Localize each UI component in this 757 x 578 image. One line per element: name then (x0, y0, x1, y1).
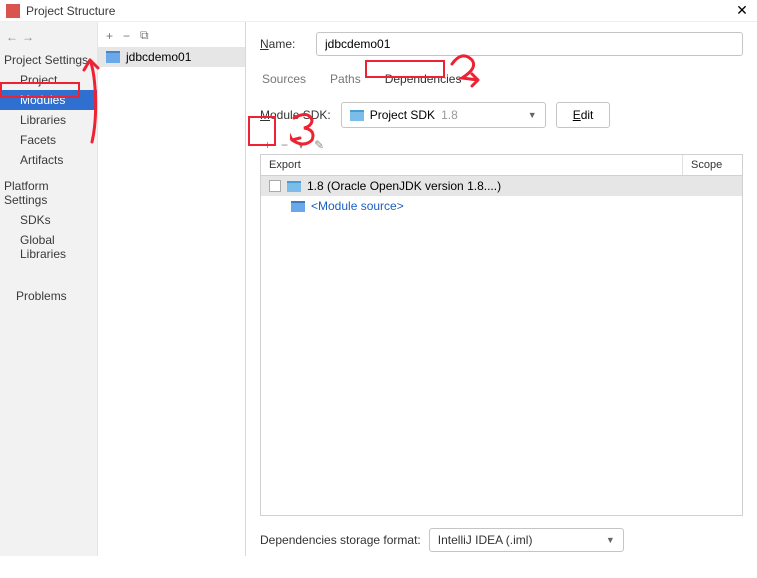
sidebar-item-libraries[interactable]: Libraries (0, 110, 97, 130)
add-module-button[interactable]: + (106, 29, 113, 43)
chevron-down-icon[interactable]: ▾ (298, 138, 304, 152)
dependency-name: <Module source> (311, 199, 404, 213)
name-label: Name: (260, 37, 316, 51)
chevron-down-icon: ▼ (528, 110, 537, 120)
chevron-down-icon: ▼ (606, 535, 615, 545)
column-export[interactable]: Export (261, 155, 682, 175)
column-scope[interactable]: Scope (682, 155, 742, 175)
titlebar: Project Structure ✕ (0, 0, 757, 22)
module-item[interactable]: jdbcdemo01 (98, 47, 245, 67)
dependency-toolbar: + − ▾ ✎ (260, 138, 743, 154)
dependency-header: Export Scope (260, 154, 743, 176)
main-panel: Name: Sources Paths Dependencies Module … (246, 22, 757, 556)
tab-sources[interactable]: Sources (260, 70, 308, 88)
folder-icon (291, 201, 305, 212)
name-input[interactable] (316, 32, 743, 56)
add-dependency-button[interactable]: + (264, 138, 271, 152)
section-platform-settings: Platform Settings (0, 176, 97, 210)
storage-format-select[interactable]: IntelliJ IDEA (.iml) ▼ (429, 528, 624, 552)
module-name: jdbcdemo01 (126, 50, 191, 64)
storage-format-value: IntelliJ IDEA (.iml) (438, 533, 533, 547)
sidebar-item-artifacts[interactable]: Artifacts (0, 150, 97, 170)
sdk-suffix: 1.8 (441, 108, 458, 122)
nav-back[interactable]: ← (6, 30, 18, 44)
sidebar-item-modules[interactable]: Modules (0, 90, 97, 110)
edit-sdk-button[interactable]: Edit (556, 102, 611, 128)
module-sdk-select[interactable]: Project SDK 1.8 ▼ (341, 102, 546, 128)
dependency-name: 1.8 (Oracle OpenJDK version 1.8....) (307, 179, 501, 193)
dependency-row[interactable]: 1.8 (Oracle OpenJDK version 1.8....) (261, 176, 742, 196)
remove-dependency-button[interactable]: − (281, 138, 288, 152)
nav-forward[interactable]: → (22, 30, 34, 44)
edit-dependency-button[interactable]: ✎ (314, 138, 324, 152)
sidebar-item-problems[interactable]: Problems (0, 286, 97, 306)
folder-icon (106, 51, 120, 63)
sidebar-item-sdks[interactable]: SDKs (0, 210, 97, 230)
tab-dependencies[interactable]: Dependencies (383, 70, 464, 88)
sdk-prefix: Project SDK (370, 108, 435, 122)
tabs: Sources Paths Dependencies (260, 70, 743, 88)
folder-icon (287, 181, 301, 192)
sidebar: ← → Project Settings Project Modules Lib… (0, 22, 98, 556)
app-icon (6, 4, 20, 18)
tab-paths[interactable]: Paths (328, 70, 363, 88)
module-list: + − ⧉ jdbcdemo01 (98, 22, 246, 556)
window-title: Project Structure (26, 4, 733, 18)
sidebar-item-project[interactable]: Project (0, 70, 97, 90)
sidebar-item-global-libraries[interactable]: Global Libraries (0, 230, 97, 264)
dependency-row[interactable]: <Module source> (261, 196, 742, 216)
copy-module-button[interactable]: ⧉ (140, 28, 149, 43)
section-project-settings: Project Settings (0, 50, 97, 70)
folder-icon (350, 110, 364, 121)
close-button[interactable]: ✕ (733, 2, 751, 19)
module-sdk-label: Module SDK: (260, 108, 331, 122)
export-checkbox[interactable] (269, 180, 281, 192)
remove-module-button[interactable]: − (123, 29, 130, 43)
storage-format-label: Dependencies storage format: (260, 533, 421, 547)
sidebar-item-facets[interactable]: Facets (0, 130, 97, 150)
dependency-list: 1.8 (Oracle OpenJDK version 1.8....) <Mo… (260, 176, 743, 516)
